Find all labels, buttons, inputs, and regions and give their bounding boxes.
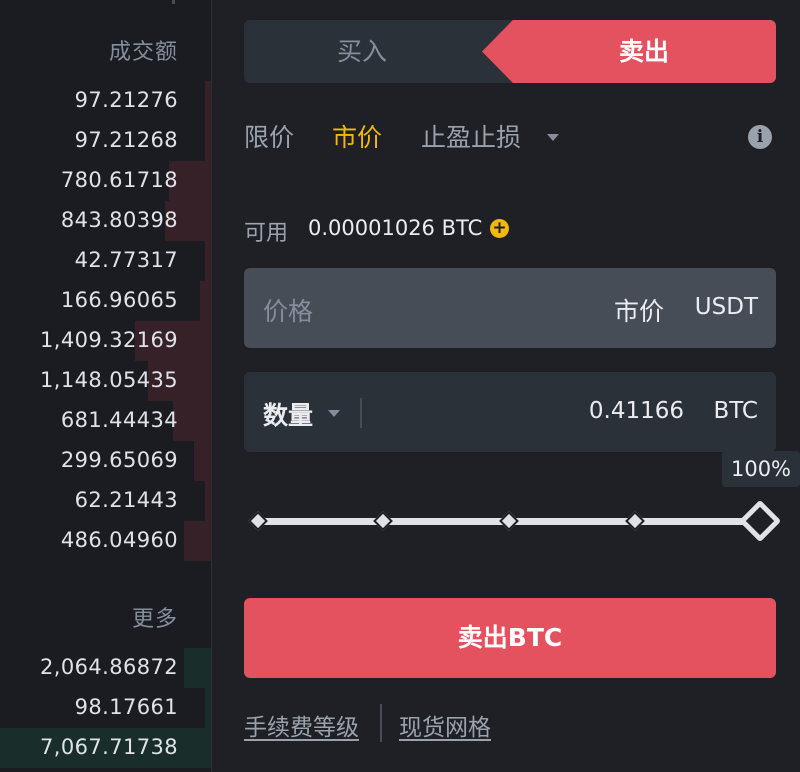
slider-step-25[interactable] (373, 511, 393, 531)
order-book-amount: 843.80398 (60, 208, 178, 232)
order-book-row[interactable]: 486.04960 (0, 521, 211, 561)
order-book-row[interactable]: 2,064.86872 (0, 648, 211, 688)
info-icon[interactable]: i (748, 125, 772, 149)
slider-step-50[interactable] (499, 511, 519, 531)
tab-sell[interactable]: 卖出 (482, 20, 776, 83)
order-book-amount: 7,067.71738 (40, 735, 178, 759)
order-book-row[interactable]: 1,148.05435 (0, 361, 211, 401)
slider-step-75[interactable] (625, 511, 645, 531)
order-book: 成交额 97.21276 97.21268 780.61718 843.80398 42… (0, 0, 211, 772)
panel-divider (211, 0, 212, 772)
price-unit: USDT (694, 294, 758, 320)
order-book-amount: 1,409.32169 (40, 328, 178, 352)
price-value: 市价 (613, 297, 664, 326)
sell-btc-button[interactable]: 卖出BTC (244, 598, 776, 678)
slider-percent-tooltip: 100% (722, 451, 800, 487)
chevron-down-icon[interactable] (547, 134, 559, 141)
slider-handle-icon[interactable] (738, 499, 782, 543)
order-book-amount: 1,148.05435 (40, 368, 178, 392)
order-book-row[interactable]: 7,067.71738 (0, 728, 211, 768)
price-label: 价格 (263, 297, 314, 326)
link-divider (380, 704, 382, 742)
order-book-amount: 780.61718 (60, 168, 178, 192)
order-book-amount: 486.04960 (60, 528, 178, 552)
order-type-stop[interactable]: 止盈止损 (421, 118, 521, 154)
order-book-amount: 97.21268 (74, 128, 178, 152)
order-type-limit[interactable]: 限价 (244, 118, 294, 154)
order-book-amount: 299.65069 (60, 448, 178, 472)
order-book-amount: 98.17661 (74, 695, 178, 719)
slider-step-0[interactable] (248, 511, 268, 531)
order-book-row[interactable]: 42.77317 (0, 241, 211, 281)
order-book-header: 成交额 (108, 40, 178, 65)
depth-bar (184, 648, 211, 688)
available-label: 可用 (244, 221, 289, 246)
order-book-row[interactable]: 166.96065 (0, 281, 211, 321)
order-book-amount: 97.21276 (74, 88, 178, 112)
tab-buy[interactable]: 买入 (244, 20, 480, 83)
order-book-row[interactable]: 1,409.32169 (0, 321, 211, 361)
order-book-row[interactable]: 843.80398 (0, 201, 211, 241)
scroll-indicator (172, 0, 175, 4)
order-book-row[interactable]: 98.17661 (0, 688, 211, 728)
order-book-row[interactable]: 681.44434 (0, 401, 211, 441)
order-book-amount: 62.21443 (74, 488, 178, 512)
chevron-down-icon[interactable] (328, 410, 340, 417)
depth-bar (184, 521, 211, 561)
order-book-row[interactable]: 780.61718 (0, 161, 211, 201)
quantity-unit: BTC (713, 398, 758, 424)
order-type-market[interactable]: 市价 (332, 118, 382, 154)
spot-grid-link[interactable]: 现货网格 (399, 708, 491, 742)
order-book-row[interactable]: 97.21268 (0, 121, 211, 161)
order-book-amount: 681.44434 (60, 408, 178, 432)
available-value: 0.00001026 BTC (308, 216, 483, 240)
depth-bar (200, 281, 211, 321)
order-book-amount: 42.77317 (74, 248, 178, 272)
order-book-row[interactable]: 97.21276 (0, 81, 211, 121)
more-button[interactable]: 更多 (132, 601, 178, 633)
quantity-field[interactable]: 数量 0.41166 BTC (244, 372, 776, 452)
order-book-amount: 2,064.86872 (40, 655, 178, 679)
plus-circle-icon[interactable]: + (490, 219, 509, 238)
order-book-amount: 166.96065 (60, 288, 178, 312)
order-book-row[interactable]: 62.21443 (0, 481, 211, 521)
quantity-input[interactable]: 0.41166 (589, 398, 684, 424)
fee-level-link[interactable]: 手续费等级 (244, 708, 359, 742)
depth-bar (173, 401, 211, 441)
side-tabs: 买入 卖出 (244, 20, 776, 83)
depth-bar (194, 441, 211, 481)
quantity-separator (360, 398, 362, 428)
price-field[interactable]: 价格 市价 USDT (244, 268, 776, 348)
order-book-row[interactable]: 299.65069 (0, 441, 211, 481)
quantity-type-selector[interactable]: 数量 (263, 396, 313, 432)
